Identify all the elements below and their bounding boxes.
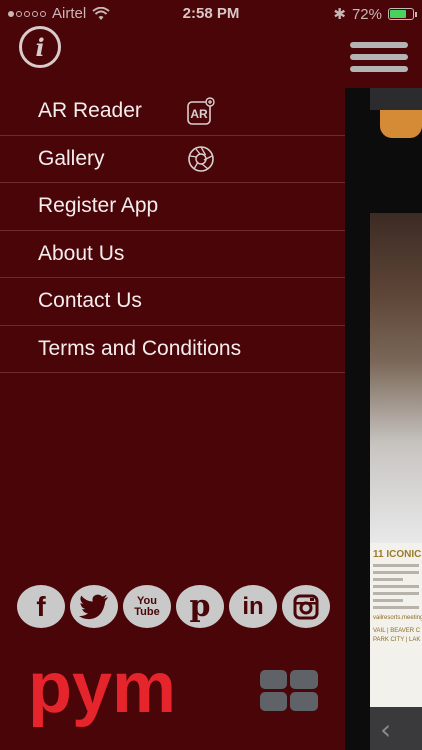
youtube-icon[interactable]: You Tube xyxy=(123,585,171,628)
menu-item-register-app[interactable]: Register App xyxy=(0,183,345,231)
back-chevron-icon[interactable]: ‹ xyxy=(380,713,391,746)
preview-headline: 11 ICONIC xyxy=(373,549,422,560)
preview-link: vailresorts.meetings xyxy=(373,615,422,621)
side-menu: AR Reader AR Gallery Register App About … xyxy=(0,88,345,373)
menu-item-terms-and-conditions[interactable]: Terms and Conditions xyxy=(0,326,345,373)
linkedin-icon[interactable]: in xyxy=(229,585,277,628)
preview-lamp-image xyxy=(380,110,422,138)
twitter-icon[interactable] xyxy=(70,585,118,628)
instagram-icon[interactable] xyxy=(282,585,330,628)
gallery-aperture-icon xyxy=(188,145,214,172)
preview-photo xyxy=(370,213,422,543)
ar-reader-icon: AR xyxy=(187,97,215,126)
pym-logo-mark xyxy=(260,670,318,711)
hamburger-menu-icon[interactable] xyxy=(350,40,408,74)
menu-item-label: Contact Us xyxy=(38,289,142,313)
menu-item-label: Terms and Conditions xyxy=(38,336,242,360)
preview-top-bar xyxy=(370,88,422,110)
info-icon[interactable]: i xyxy=(19,26,61,68)
menu-item-label: Gallery xyxy=(38,146,105,170)
status-battery-area: ✱ 72% xyxy=(333,5,417,23)
preview-footer-line-1: VAIL | BEAVER C xyxy=(373,628,421,634)
battery-percent: 72% xyxy=(351,5,382,23)
menu-item-label: AR Reader xyxy=(38,99,142,123)
preview-article-card: 11 ICONIC vailresorts.meetings VAIL | BE… xyxy=(370,543,422,723)
menu-item-label: About Us xyxy=(38,241,125,265)
menu-item-ar-reader[interactable]: AR Reader AR xyxy=(0,88,345,136)
main-content-preview[interactable]: 11 ICONIC vailresorts.meetings VAIL | BE… xyxy=(345,88,422,750)
menu-item-gallery[interactable]: Gallery xyxy=(0,136,345,183)
bluetooth-icon: ✱ xyxy=(333,6,346,23)
menu-item-about-us[interactable]: About Us xyxy=(0,231,345,278)
preview-bottom-bar: ‹ xyxy=(370,707,422,750)
battery-icon xyxy=(388,8,417,20)
pym-logo: pym xyxy=(28,660,318,728)
svg-text:AR: AR xyxy=(190,107,208,121)
facebook-icon[interactable]: f xyxy=(17,585,65,628)
menu-item-contact-us[interactable]: Contact Us xyxy=(0,278,345,326)
svg-text:pym: pym xyxy=(28,660,176,728)
social-links: f You Tube p in xyxy=(17,585,330,628)
menu-item-label: Register App xyxy=(38,194,159,218)
pinterest-icon[interactable]: p xyxy=(176,585,224,628)
preview-footer-line-2: PARK CITY | LAK xyxy=(373,637,421,643)
status-bar: Airtel 2:58 PM ✱ 72% xyxy=(0,0,422,28)
